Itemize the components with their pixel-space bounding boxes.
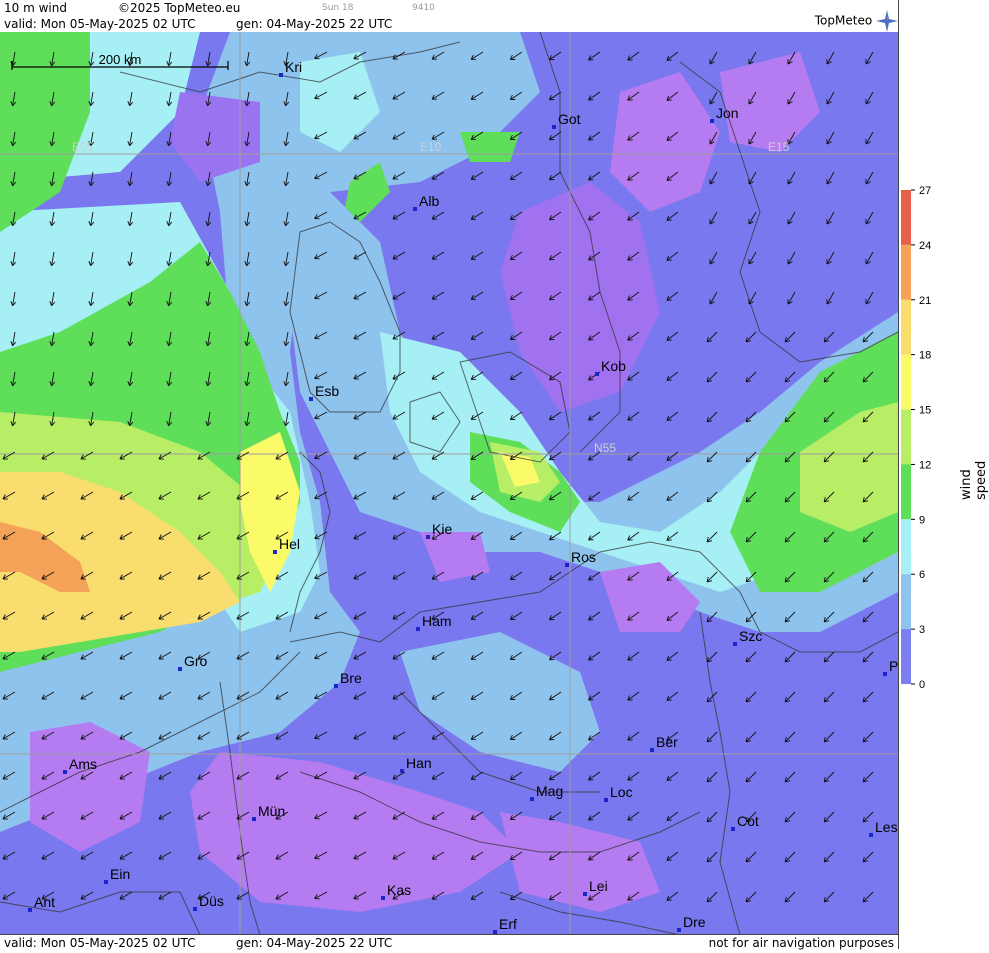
city-label: Alb bbox=[419, 193, 439, 209]
grid-label-n55: N55 bbox=[594, 441, 616, 455]
legend-color-band bbox=[901, 190, 911, 245]
legend-color-band bbox=[901, 464, 911, 520]
city-label: Ber bbox=[656, 734, 678, 750]
legend-color-band bbox=[901, 519, 911, 575]
scale-bar-label: 200 km bbox=[99, 52, 142, 67]
grid-label-e10: E10 bbox=[420, 140, 442, 154]
city-label: Szc bbox=[739, 628, 762, 644]
grid-label-e15: E15 bbox=[768, 140, 790, 154]
city-label: Kri bbox=[285, 59, 302, 75]
footer-valid-time: valid: Mon 05-May-2025 02 UTC bbox=[4, 936, 196, 950]
city-label: P bbox=[889, 658, 898, 674]
legend-tick-label: 24 bbox=[919, 240, 931, 252]
legend-tick-label: 9 bbox=[919, 514, 925, 526]
legend-color-band bbox=[901, 299, 911, 355]
city-label: Mün bbox=[258, 803, 285, 819]
city-label: Han bbox=[406, 755, 432, 771]
city-label: Dre bbox=[683, 914, 706, 930]
city-label: Mag bbox=[536, 783, 563, 799]
city-label: Kob bbox=[601, 358, 626, 374]
sun-label: Sun 18 bbox=[322, 3, 354, 13]
city-label: Got bbox=[558, 111, 581, 127]
legend-tick-label: 18 bbox=[919, 350, 931, 362]
legend-tick-label: 6 bbox=[919, 569, 925, 581]
city-label: Loc bbox=[610, 784, 633, 800]
city-label: Ros bbox=[571, 549, 596, 565]
copyright-text: ©2025 TopMeteo.eu bbox=[118, 1, 241, 15]
legend-tick-label: 12 bbox=[919, 459, 931, 471]
city-label: Kas bbox=[387, 882, 411, 898]
legend-tick-label: 0 bbox=[919, 679, 925, 691]
legend-color-band bbox=[901, 244, 911, 300]
legend-tick-label: 21 bbox=[919, 295, 931, 307]
map-header: 10 m wind ©2025 TopMeteo.eu Sun 18 9410 … bbox=[0, 0, 898, 32]
city-label: Cot bbox=[737, 813, 759, 829]
wind-map[interactable]: 200 km E05 E10 E15 N55 Kri Got Jon Alb Kob Es… bbox=[0, 32, 898, 935]
city-label: Ham bbox=[422, 613, 452, 629]
city-label: Ams bbox=[69, 756, 97, 772]
legend-title: wind speed [kt] bbox=[959, 460, 989, 500]
city-label: Erf bbox=[499, 916, 517, 932]
city-label: Ant bbox=[34, 894, 55, 910]
navigation-disclaimer: not for air navigation purposes bbox=[708, 936, 894, 950]
grid-label-e05: E05 bbox=[72, 140, 94, 154]
generation-time: gen: 04-May-2025 22 UTC bbox=[236, 17, 393, 31]
legend-tick-label: 15 bbox=[919, 405, 931, 417]
legend-color-band bbox=[901, 409, 911, 465]
city-marker: Ams bbox=[63, 756, 97, 774]
city-label: Hel bbox=[279, 536, 300, 552]
city-label: Gro bbox=[184, 653, 208, 669]
city-label: Les bbox=[875, 819, 898, 835]
wind-map-canvas: 200 km E05 E10 E15 N55 Kri Got Jon Alb Kob Es… bbox=[0, 32, 898, 935]
city-label: Ein bbox=[110, 866, 130, 882]
code-label: 9410 bbox=[412, 3, 435, 13]
wind-speed-legend: 27 24 21 18 15 12 9 6 3 0 wind speed [kt] bbox=[898, 0, 989, 949]
product-title: 10 m wind bbox=[4, 1, 67, 15]
city-label: Lei bbox=[589, 878, 608, 894]
city-label: Jon bbox=[716, 105, 739, 121]
city-label: Düs bbox=[199, 893, 224, 909]
valid-time: valid: Mon 05-May-2025 02 UTC bbox=[4, 17, 196, 31]
city-label: Bre bbox=[340, 670, 362, 686]
city-marker: Ham bbox=[416, 613, 452, 631]
footer-generation-time: gen: 04-May-2025 22 UTC bbox=[236, 936, 393, 950]
city-label: Kie bbox=[432, 521, 452, 537]
legend-color-band bbox=[901, 574, 911, 630]
legend-color-band bbox=[901, 629, 911, 685]
city-label: Esb bbox=[315, 383, 339, 399]
legend-tick-label: 3 bbox=[919, 624, 925, 636]
compass-icon bbox=[876, 10, 898, 32]
map-footer: valid: Mon 05-May-2025 02 UTC gen: 04-Ma… bbox=[0, 934, 898, 950]
topmeteo-logo: TopMeteo bbox=[815, 10, 898, 32]
legend-color-band bbox=[901, 354, 911, 410]
legend-tick-label: 27 bbox=[919, 185, 931, 197]
